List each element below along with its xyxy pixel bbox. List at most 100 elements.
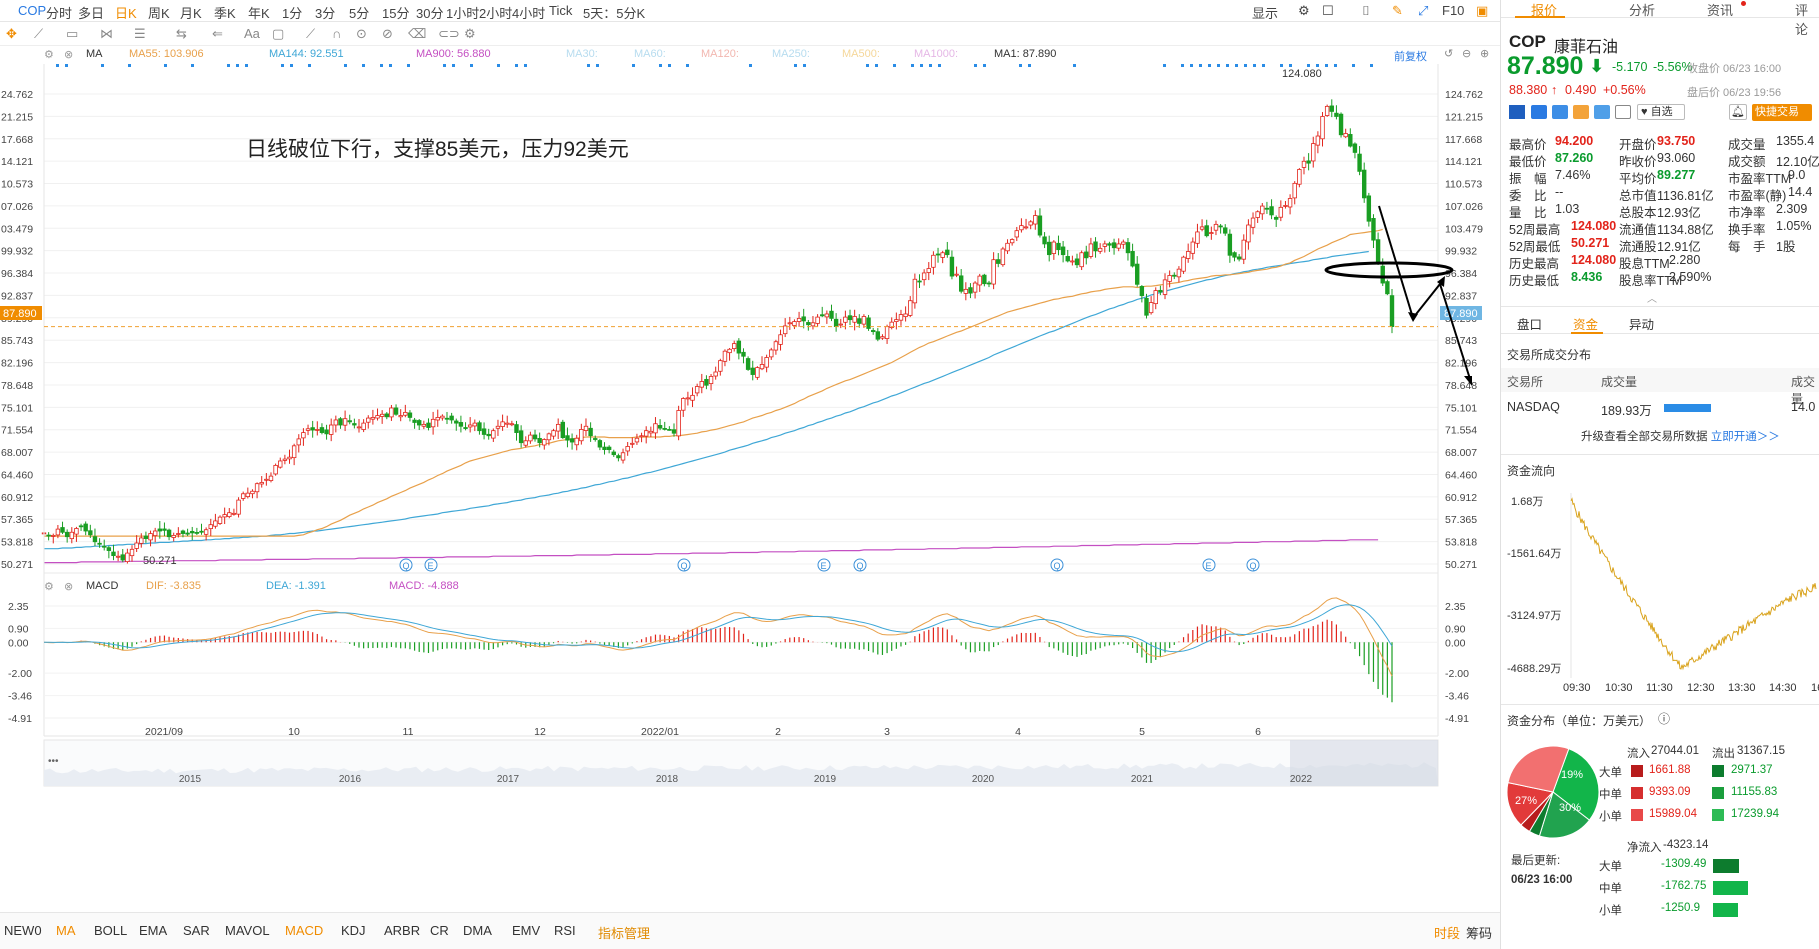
subtab-alerts[interactable]: 异动 xyxy=(1629,314,1654,333)
price-tick: 103.479 xyxy=(1445,223,1483,235)
symbol-label[interactable]: COP xyxy=(18,3,46,18)
trash-icon[interactable]: ⌫ xyxy=(408,26,426,42)
expand-icon[interactable]: ⤢ xyxy=(1418,3,1428,19)
macd-label[interactable]: MACD xyxy=(86,580,118,592)
indicator-cr[interactable]: CR xyxy=(430,923,449,938)
bell-icon[interactable]: 🔔︎ xyxy=(1729,104,1747,120)
indicator-dma[interactable]: DMA xyxy=(463,923,492,938)
period-3[interactable]: 周K xyxy=(148,3,170,22)
ma-label[interactable]: MA xyxy=(86,48,103,60)
upgrade-link[interactable]: 立即开通＞＞ xyxy=(1711,431,1780,443)
period-7[interactable]: 1分 xyxy=(282,3,302,22)
camera-icon[interactable]: ⌷ xyxy=(1362,3,1370,19)
tab-analysis[interactable]: 分析 xyxy=(1629,0,1655,18)
event-markers[interactable]: QEQEQQEQ xyxy=(399,558,1260,572)
dist-row-in: 1661.88 xyxy=(1649,764,1691,776)
adjust-button[interactable]: 前复权 xyxy=(1394,48,1427,64)
link-tool-icon[interactable]: ⊂⊃ xyxy=(438,26,460,42)
magnet-tool-icon[interactable]: ∩ xyxy=(332,26,341,41)
subtab-orderbook[interactable]: 盘口 xyxy=(1517,314,1542,333)
indicator-boll[interactable]: BOLL xyxy=(94,923,127,938)
s-icon[interactable] xyxy=(1552,105,1568,119)
indicator-emv[interactable]: EMV xyxy=(512,923,540,938)
indicator-macd[interactable]: MACD xyxy=(285,923,323,938)
watchlist-button[interactable]: ♥ 自选 xyxy=(1637,104,1685,120)
indicator-arbr[interactable]: ARBR xyxy=(384,923,420,938)
lightning-icon[interactable] xyxy=(1531,105,1547,119)
flow-chart[interactable]: 1.68万 -1561.64万 -3124.97万 -4688.29万 09:3… xyxy=(1501,478,1819,698)
period-9[interactable]: 5分 xyxy=(349,3,369,22)
ma-close-icon[interactable]: ⊗ xyxy=(64,48,73,61)
settings-icon[interactable]: ⚙ xyxy=(1298,3,1310,19)
period-16[interactable]: 5天：5分K xyxy=(583,3,645,22)
candle-body xyxy=(370,417,376,420)
period-11[interactable]: 30分 xyxy=(416,3,443,22)
tab-news[interactable]: 资讯 xyxy=(1707,0,1733,18)
period-12[interactable]: 1小时 xyxy=(446,3,479,22)
tag-icon[interactable] xyxy=(1594,105,1610,119)
us-flag-icon[interactable] xyxy=(1509,105,1525,119)
period-8[interactable]: 3分 xyxy=(315,3,335,22)
indicator-manager-button[interactable]: 指标管理 xyxy=(598,923,650,942)
side-toggle-icon[interactable]: ▣ xyxy=(1476,3,1488,19)
inflow-label: 流入 xyxy=(1627,748,1650,760)
period-0[interactable]: 分时 xyxy=(46,3,72,22)
period-6[interactable]: 年K xyxy=(248,3,270,22)
text-tool[interactable]: Aa xyxy=(244,26,260,41)
indicator-kdj[interactable]: KDJ xyxy=(341,923,366,938)
overview-more-icon[interactable]: ••• xyxy=(48,756,59,767)
news-dot xyxy=(920,64,923,67)
zoom-in-icon[interactable]: ⊕ xyxy=(1480,47,1489,60)
macd-close-icon[interactable]: ⊗ xyxy=(64,580,73,593)
quick-trade-button[interactable]: 快捷交易 xyxy=(1752,104,1812,121)
macd-settings-icon[interactable]: ⚙ xyxy=(44,580,54,593)
session-button[interactable]: 时段 xyxy=(1434,923,1460,942)
measure-tool-icon[interactable]: ⇆ xyxy=(176,26,187,42)
help-icon[interactable]: ⓘ xyxy=(1658,710,1670,727)
display-dropdown[interactable]: 显示 xyxy=(1252,3,1278,22)
period-10[interactable]: 15分 xyxy=(382,3,409,22)
period-15[interactable]: Tick xyxy=(549,3,572,18)
bounce-drawing[interactable] xyxy=(1412,283,1441,319)
chart-area[interactable]: 124.762 121.215 117.668 114.121 110.573 107.0… xyxy=(0,46,1500,864)
eye-tool-icon[interactable]: ⊙ xyxy=(356,26,367,42)
period-4[interactable]: 月K xyxy=(180,3,202,22)
collapse-chevron-icon[interactable]: ︿ xyxy=(1647,290,1657,305)
indicator-new0[interactable]: NEW0 xyxy=(4,923,42,938)
candlestick-chart-svg[interactable]: 124.762 121.215 117.668 114.121 110.573 107.0… xyxy=(0,46,1500,864)
tab-comments[interactable]: 评论 xyxy=(1795,0,1819,37)
draw-icon[interactable]: ✎ xyxy=(1392,3,1403,19)
period-13[interactable]: 2小时 xyxy=(479,3,512,22)
comment-tool-icon[interactable]: ▢ xyxy=(272,26,284,42)
period-14[interactable]: 4小时 xyxy=(512,3,545,22)
ma-settings-icon[interactable]: ⚙ xyxy=(44,48,54,61)
chart-icon[interactable] xyxy=(1573,105,1589,119)
zoom-out-icon[interactable]: ⊖ xyxy=(1462,47,1471,60)
f10-button[interactable]: F10 xyxy=(1442,3,1464,18)
indicator-ma[interactable]: MA xyxy=(56,923,76,938)
indicator-ema[interactable]: EMA xyxy=(139,923,167,938)
fib-tool-icon[interactable]: ☰ xyxy=(134,26,146,42)
chips-button[interactable]: 筹码 xyxy=(1466,923,1492,942)
note-icon[interactable] xyxy=(1615,105,1631,119)
support-ellipse-drawing[interactable] xyxy=(1324,261,1454,279)
shape-tool-icon[interactable]: ▭ xyxy=(66,26,78,42)
indicator-rsi[interactable]: RSI xyxy=(554,923,576,938)
indicator-mavol[interactable]: MAVOL xyxy=(225,923,270,938)
brush-tool-icon[interactable]: ⟋ xyxy=(306,26,315,42)
crosshair-icon[interactable]: ✥ xyxy=(6,26,17,42)
macd-tick: 2.35 xyxy=(1445,601,1466,613)
settings-small-icon[interactable]: ⚙ xyxy=(464,26,476,42)
line-tool-icon[interactable]: ⟋ xyxy=(34,26,43,42)
fork-tool-icon[interactable]: ⋈ xyxy=(100,26,113,42)
overview-window[interactable] xyxy=(1290,740,1438,786)
period-5[interactable]: 季K xyxy=(214,3,236,22)
reset-icon[interactable]: ↺ xyxy=(1444,47,1453,60)
layout-icon[interactable]: ☐ xyxy=(1322,3,1334,19)
period-1[interactable]: 多日 xyxy=(78,3,104,22)
indicator-sar[interactable]: SAR xyxy=(183,923,210,938)
period-2[interactable]: 日K xyxy=(115,3,137,22)
lock-tool-icon[interactable]: ⊘ xyxy=(382,26,393,42)
arrow-tool-icon[interactable]: ⇐ xyxy=(212,26,223,42)
subtab-funds[interactable]: 资金 xyxy=(1573,314,1598,333)
